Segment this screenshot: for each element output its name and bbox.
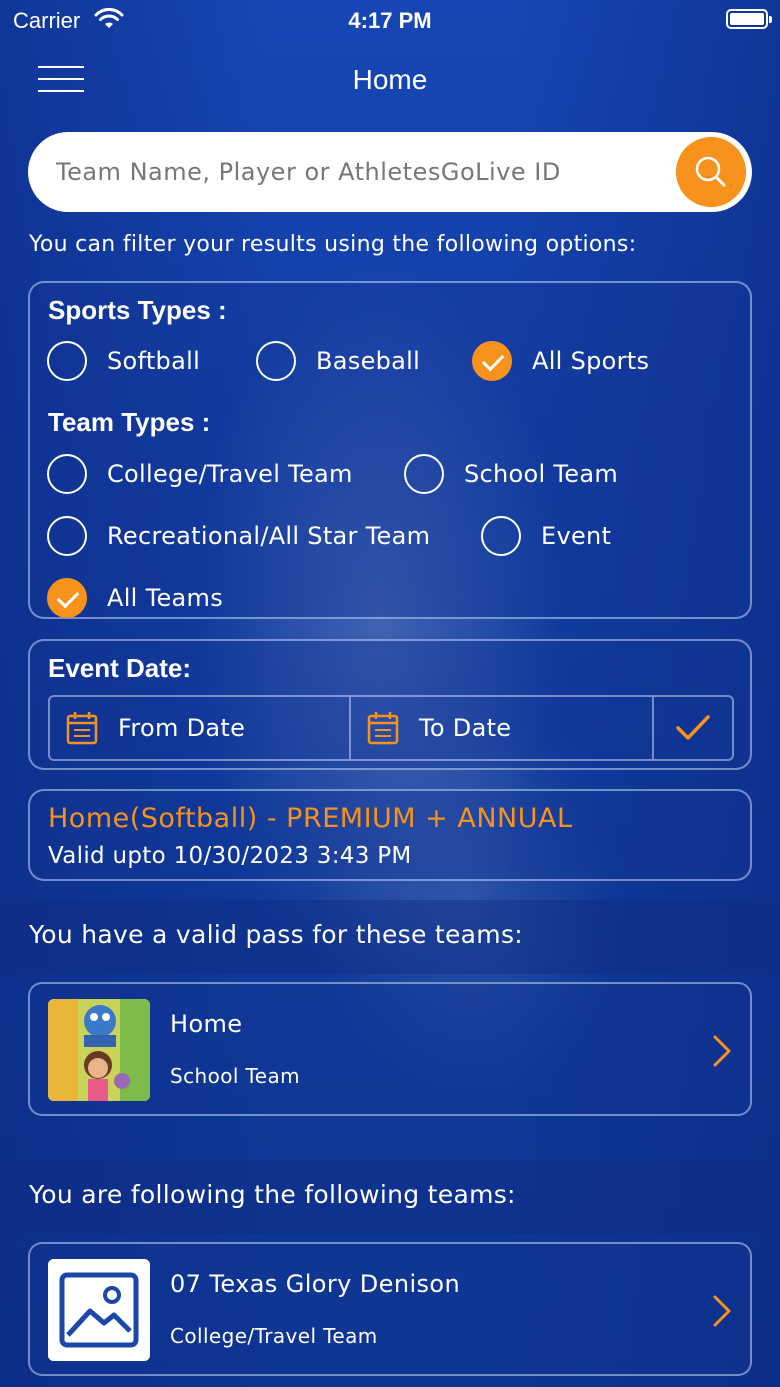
team-name: Home [170, 1010, 243, 1038]
event-date-title: Event Date: [48, 653, 192, 683]
to-date-field[interactable]: To Date [351, 697, 654, 759]
team-type: College/Travel Team [170, 1324, 378, 1348]
radio-college-travel-team[interactable]: College/Travel Team [47, 454, 353, 494]
team-types-title: Team Types : [48, 407, 211, 437]
from-date-label: From Date [118, 714, 246, 742]
search-icon [695, 156, 726, 187]
following-section-header: You are following the following teams: [0, 1160, 780, 1234]
chevron-right-icon [713, 1295, 731, 1327]
radio-circle [47, 578, 87, 618]
radio-label: All Sports [532, 347, 650, 375]
radio-softball[interactable]: Softball [47, 341, 200, 381]
pass-section-heading: You have a valid pass for these teams: [29, 920, 524, 949]
clock: 4:17 PM [348, 8, 432, 33]
following-team-card[interactable]: 07 Texas Glory Denison College/Travel Te… [28, 1242, 752, 1376]
radio-label: College/Travel Team [107, 460, 353, 488]
calendar-icon [66, 712, 98, 745]
from-date-field[interactable]: From Date [50, 697, 351, 759]
date-range-row: From Date To Date [48, 695, 734, 761]
radio-circle [472, 341, 512, 381]
search-input[interactable] [56, 132, 676, 212]
search-bar [28, 132, 752, 212]
radio-label: All Teams [107, 584, 224, 612]
pass-team-card[interactable]: Home School Team [28, 982, 752, 1116]
apply-date-button[interactable] [654, 697, 732, 759]
radio-circle [404, 454, 444, 494]
radio-all-teams[interactable]: All Teams [47, 578, 223, 618]
radio-baseball[interactable]: Baseball [256, 341, 420, 381]
subscription-title: Home(Softball) - PREMIUM + ANNUAL [48, 803, 573, 834]
radio-label: Softball [107, 347, 201, 375]
chevron-right-icon [713, 1035, 731, 1067]
search-button[interactable] [676, 137, 746, 207]
radio-circle [47, 341, 87, 381]
pass-section-header: You have a valid pass for these teams: [0, 900, 780, 974]
following-section-heading: You are following the following teams: [29, 1180, 516, 1209]
team-name: 07 Texas Glory Denison [170, 1270, 461, 1298]
radio-label: Recreational/All Star Team [107, 522, 431, 550]
event-date-panel: Event Date: From Date To Date [28, 639, 752, 770]
sports-types-title: Sports Types : [48, 295, 227, 325]
radio-recreational-all-star-team[interactable]: Recreational/All Star Team [47, 516, 430, 556]
radio-label: Baseball [316, 347, 421, 375]
battery-icon [726, 9, 772, 29]
calendar-icon [367, 712, 399, 745]
checkmark-icon [676, 715, 710, 740]
radio-event[interactable]: Event [481, 516, 611, 556]
radio-circle [47, 454, 87, 494]
to-date-label: To Date [419, 714, 512, 742]
subscription-validity: Valid upto 10/30/2023 3:43 PM [48, 843, 412, 869]
radio-circle [481, 516, 521, 556]
radio-all-sports[interactable]: All Sports [472, 341, 649, 381]
radio-school-team[interactable]: School Team [404, 454, 618, 494]
radio-label: Event [541, 522, 612, 550]
radio-circle [256, 341, 296, 381]
page-title: Home [352, 64, 428, 95]
radio-circle [47, 516, 87, 556]
status-bar: Carrier 4:17 PM [0, 0, 780, 40]
filter-panel: Sports Types : Softball Baseball All Spo… [28, 281, 752, 619]
filter-hint: You can filter your results using the fo… [29, 232, 637, 257]
subscription-panel: Home(Softball) - PREMIUM + ANNUAL Valid … [28, 789, 752, 881]
radio-label: School Team [464, 460, 619, 488]
team-type: School Team [170, 1064, 301, 1088]
image-placeholder-icon [48, 1259, 150, 1361]
team-avatar [48, 1259, 150, 1361]
team-avatar [48, 999, 150, 1101]
